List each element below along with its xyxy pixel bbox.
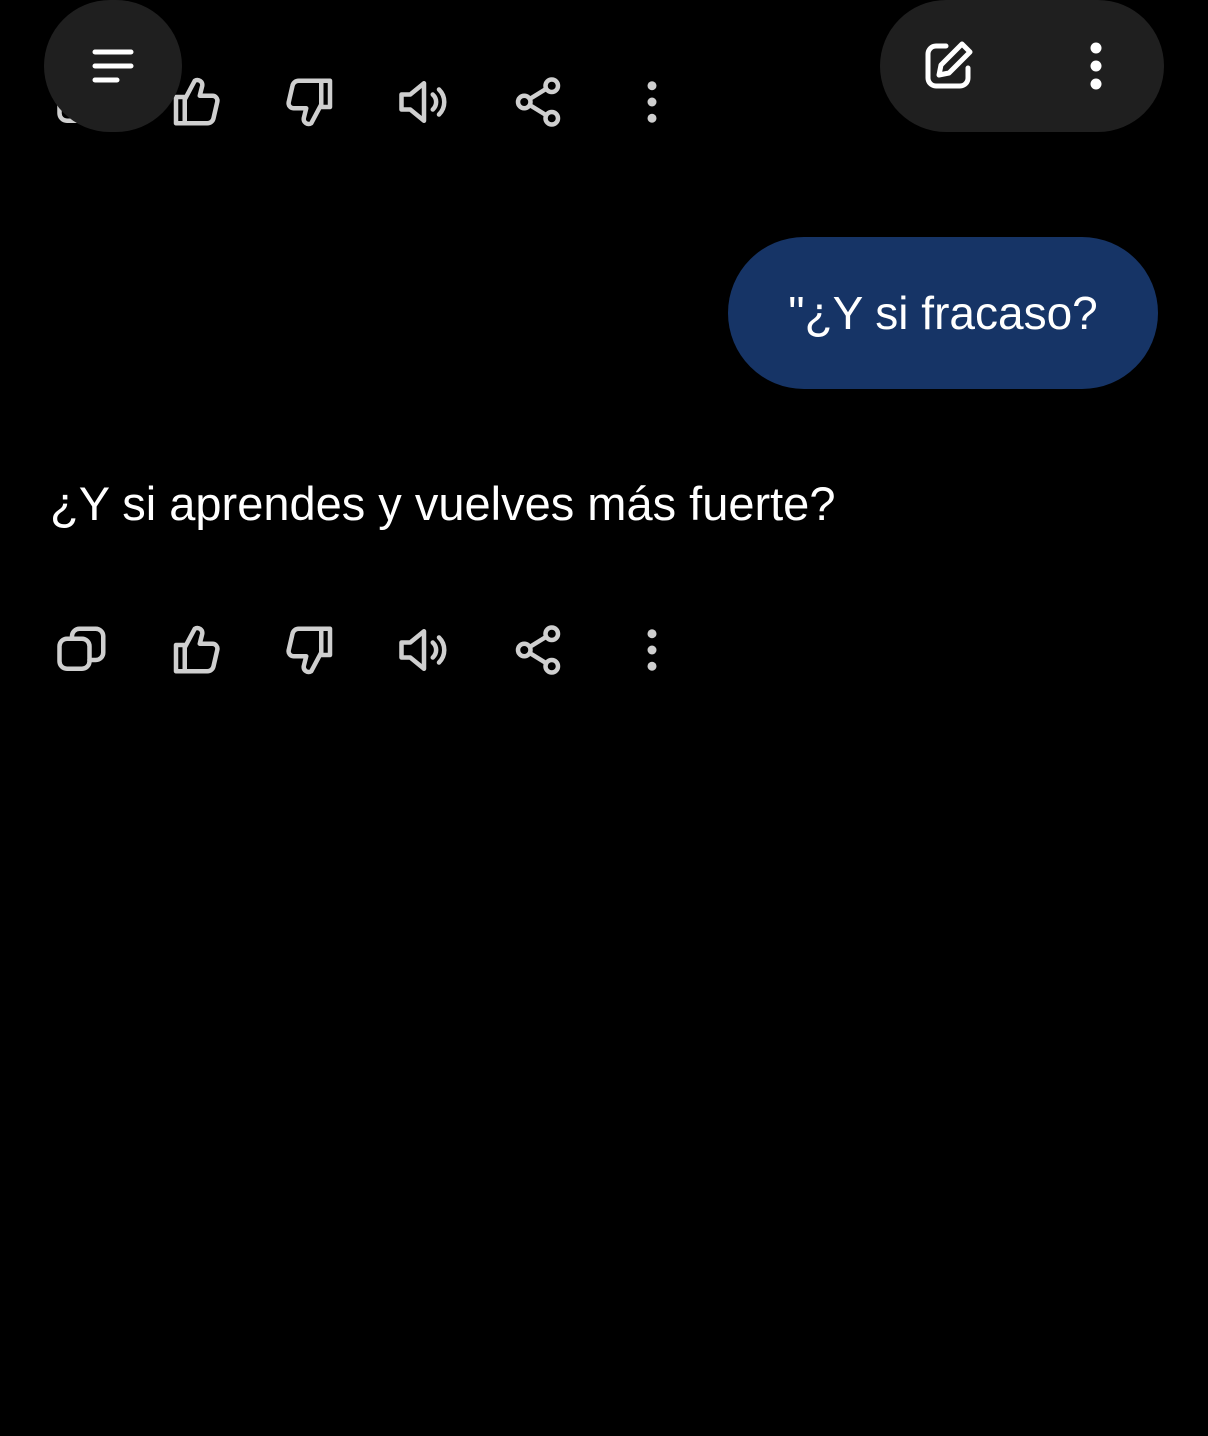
thumbs-down-icon	[286, 626, 333, 675]
speaker-icon	[399, 629, 447, 671]
header-actions	[880, 0, 1164, 132]
user-message-bubble: "¿Y si fracaso?	[728, 237, 1158, 389]
more-vertical-icon	[647, 629, 657, 671]
options-button[interactable]	[1056, 26, 1136, 106]
thumbs-up-button[interactable]	[164, 618, 228, 682]
share-button[interactable]	[506, 70, 570, 134]
thumbs-down-button[interactable]	[278, 618, 342, 682]
thumbs-up-icon	[173, 625, 220, 674]
read-aloud-button[interactable]	[392, 70, 456, 134]
assistant-message-text: ¿Y si aprendes y vuelves más fuerte?	[50, 477, 836, 530]
thumbs-down-icon	[286, 78, 333, 127]
edit-icon	[925, 41, 973, 89]
speaker-icon	[399, 81, 447, 123]
more-options-button[interactable]	[620, 70, 684, 134]
thumbs-down-button[interactable]	[278, 70, 342, 134]
more-options-button[interactable]	[620, 618, 684, 682]
copy-icon	[57, 626, 106, 671]
assistant-message-actions	[50, 618, 670, 682]
menu-button[interactable]	[44, 0, 182, 132]
share-icon	[515, 625, 561, 675]
share-button[interactable]	[506, 618, 570, 682]
user-message-text: "¿Y si fracaso?	[788, 287, 1098, 339]
more-vertical-icon	[1090, 42, 1102, 90]
more-vertical-icon	[647, 81, 657, 123]
menu-icon	[92, 49, 134, 83]
read-aloud-button[interactable]	[392, 618, 456, 682]
copy-button[interactable]	[50, 618, 114, 682]
share-icon	[515, 77, 561, 127]
new-chat-button[interactable]	[908, 26, 988, 106]
